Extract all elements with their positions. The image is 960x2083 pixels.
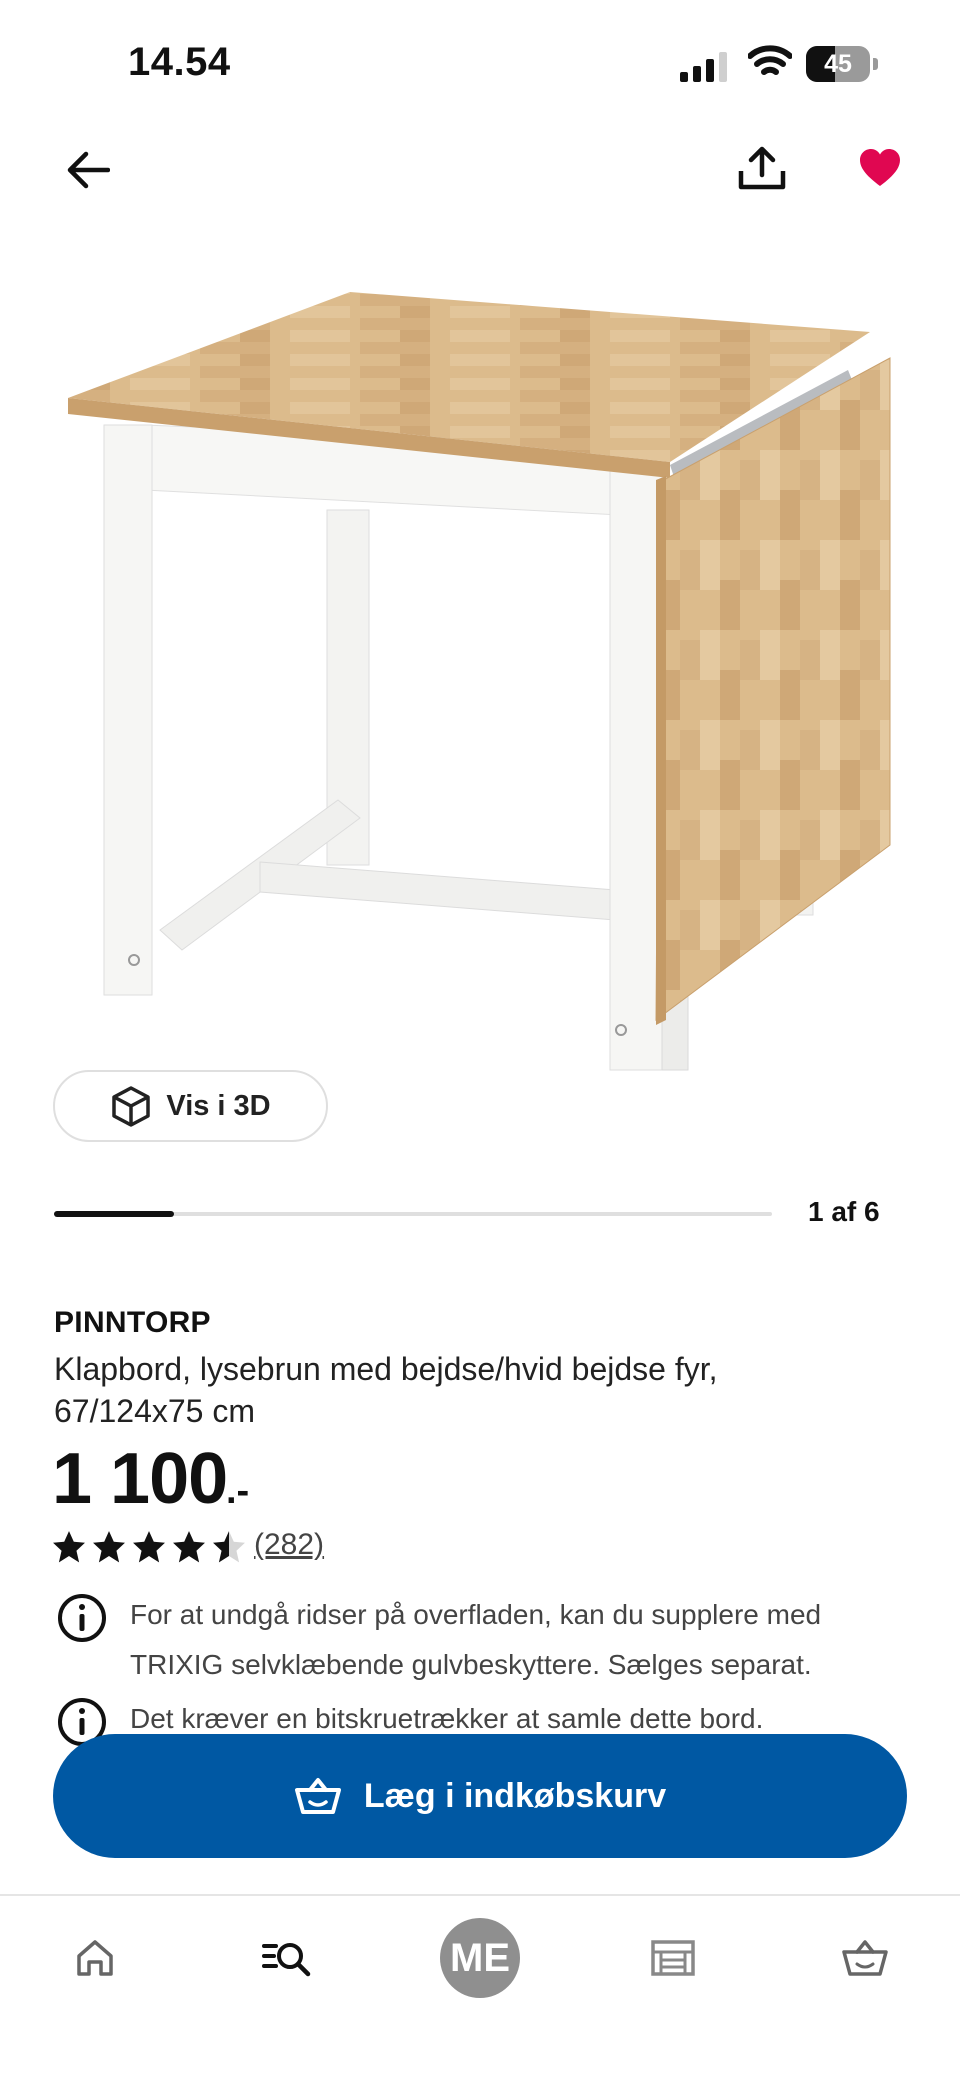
cube-icon xyxy=(112,1086,151,1127)
star-icon xyxy=(173,1531,205,1563)
star-icon xyxy=(133,1531,165,1563)
share-button[interactable] xyxy=(730,136,794,200)
share-icon xyxy=(738,146,786,190)
add-to-cart-button[interactable]: Læg i indkøbskurv xyxy=(53,1734,907,1858)
signal-icon xyxy=(680,52,727,82)
star-icon xyxy=(93,1531,125,1563)
star-icon xyxy=(213,1531,245,1563)
carousel-progress-fill xyxy=(54,1211,174,1217)
tab-cart[interactable] xyxy=(825,1918,905,1998)
info-note-text: For at undgå ridser på overfladen, kan d… xyxy=(130,1599,822,1680)
status-time: 14.54 xyxy=(128,40,231,84)
add-to-cart-label: Læg i indkøbskurv xyxy=(363,1776,667,1815)
favorite-button[interactable] xyxy=(848,136,912,200)
battery-indicator: 45 xyxy=(806,46,878,82)
basket-icon xyxy=(294,1778,341,1814)
product-description: Klapbord, lysebrun med bejdse/hvid bejds… xyxy=(54,1351,718,1429)
info-icon xyxy=(58,1594,106,1642)
battery-level-text: 45 xyxy=(824,50,852,78)
store-icon xyxy=(651,1940,695,1976)
search-list-icon xyxy=(262,1943,311,1977)
info-note: For at undgå ridser på overfladen, kan d… xyxy=(56,1590,916,1690)
home-icon xyxy=(77,1940,113,1976)
cart-icon xyxy=(842,1940,888,1976)
product-name: PINNTORP xyxy=(54,1306,211,1339)
star-icon xyxy=(53,1531,85,1563)
image-carousel-progress xyxy=(54,1211,772,1217)
rating-stars[interactable] xyxy=(52,1530,246,1564)
price-suffix: .- xyxy=(226,1470,250,1512)
product-image[interactable] xyxy=(40,270,920,1160)
tab-search[interactable] xyxy=(247,1918,327,1998)
arrow-left-icon xyxy=(67,151,110,189)
tab-store[interactable] xyxy=(633,1918,713,1998)
avatar: ME xyxy=(440,1918,520,1998)
tab-home[interactable] xyxy=(55,1918,135,1998)
review-count-link[interactable]: (282) xyxy=(254,1528,324,1562)
view-in-3d-button[interactable]: Vis i 3D xyxy=(53,1070,328,1142)
tab-profile[interactable]: ME xyxy=(440,1918,520,1998)
product-price: 1 100 xyxy=(52,1439,228,1519)
image-counter: 1 af 6 xyxy=(808,1196,880,1227)
wifi-icon xyxy=(748,45,792,75)
back-button[interactable] xyxy=(56,138,120,202)
view-in-3d-label: Vis i 3D xyxy=(166,1089,271,1122)
bottom-tab-bar: ME xyxy=(0,1894,960,2083)
heart-icon xyxy=(860,149,900,186)
